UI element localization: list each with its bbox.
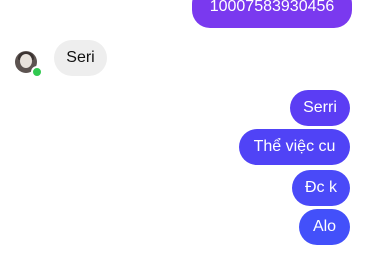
outgoing-message[interactable]: Thể việc cu [239, 129, 350, 165]
outgoing-message[interactable]: Đc k [292, 170, 350, 206]
online-status-icon [31, 66, 43, 78]
incoming-message[interactable]: Seri [54, 40, 107, 76]
outgoing-message[interactable]: Alo [299, 209, 350, 245]
outgoing-message[interactable]: 10007583930456 [192, 0, 352, 28]
avatar-face [20, 54, 32, 68]
outgoing-message[interactable]: Serri [290, 90, 350, 126]
message-thread: 10007583930456 Seri Serri Thể việc cu Đc… [0, 0, 374, 257]
